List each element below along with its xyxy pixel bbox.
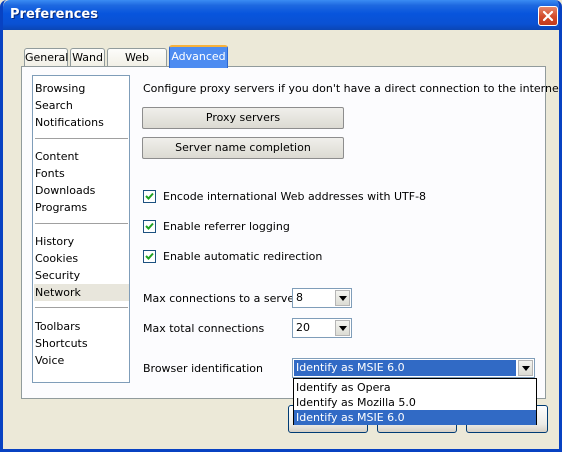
max-total-connections-label: Max total connections: [143, 322, 265, 335]
chevron-down-icon: [522, 366, 530, 371]
max-total-connections-select[interactable]: 20: [292, 318, 352, 338]
tab-general[interactable]: General: [24, 48, 68, 67]
close-button[interactable]: [538, 6, 558, 26]
tab-wand[interactable]: Wand: [70, 48, 105, 67]
preferences-window: Preferences General Wand Web pages Advan…: [0, 0, 562, 452]
nav-item-network[interactable]: Network: [34, 284, 129, 301]
chevron-down-icon: [339, 296, 347, 301]
tab-web-pages[interactable]: Web pages: [107, 48, 167, 81]
proxy-servers-button[interactable]: Proxy servers: [142, 107, 344, 129]
max-total-connections-value: 20: [296, 321, 310, 334]
dropdown-arrow-button[interactable]: [335, 290, 350, 306]
referrer-logging-checkbox[interactable]: [143, 220, 156, 233]
nav-separator: [35, 223, 128, 224]
server-name-completion-button[interactable]: Server name completion: [142, 137, 344, 159]
nav-item-security[interactable]: Security: [34, 267, 129, 284]
utf8-label: Encode international Web addresses with …: [163, 190, 427, 203]
nav-item-cookies[interactable]: Cookies: [34, 250, 129, 267]
window-title: Preferences: [10, 7, 98, 22]
nav-item-voice[interactable]: Voice: [34, 352, 129, 369]
nav-item-content[interactable]: Content: [34, 148, 129, 165]
referrer-logging-label: Enable referrer logging: [163, 220, 290, 233]
option-identify-msie[interactable]: Identify as MSIE 6.0: [294, 410, 536, 425]
proxy-intro-text: Configure proxy servers if you don't hav…: [143, 82, 562, 95]
chevron-down-icon: [339, 326, 347, 331]
nav-separator: [35, 307, 128, 308]
tab-advanced[interactable]: Advanced: [169, 45, 228, 68]
browser-identification-value: Identify as MSIE 6.0: [294, 360, 516, 376]
nav-item-programs[interactable]: Programs: [34, 199, 129, 216]
nav-item-toolbars[interactable]: Toolbars: [34, 318, 129, 335]
nav-item-downloads[interactable]: Downloads: [34, 182, 129, 199]
checkmark-icon: [145, 192, 154, 200]
dropdown-arrow-button[interactable]: [518, 360, 533, 376]
browser-identification-select[interactable]: Identify as MSIE 6.0: [292, 358, 535, 378]
auto-redirect-label: Enable automatic redirection: [163, 250, 323, 263]
close-icon: [542, 10, 554, 22]
checkmark-icon: [145, 252, 154, 260]
nav-item-notifications[interactable]: Notifications: [34, 114, 129, 131]
browser-identification-label: Browser identification: [143, 362, 264, 375]
dropdown-arrow-button[interactable]: [335, 320, 350, 336]
checkmark-icon: [145, 222, 154, 230]
nav-item-history[interactable]: History: [34, 233, 129, 250]
nav-item-browsing[interactable]: Browsing: [34, 80, 129, 97]
option-identify-mozilla[interactable]: Identify as Mozilla 5.0: [294, 395, 536, 410]
max-server-connections-select[interactable]: 8: [292, 288, 352, 308]
nav-item-search[interactable]: Search: [34, 97, 129, 114]
max-server-connections-label: Max connections to a server: [143, 292, 299, 305]
category-list[interactable]: Browsing Search Notifications Content Fo…: [32, 75, 130, 383]
browser-identification-dropdown-list[interactable]: Identify as Opera Identify as Mozilla 5.…: [293, 378, 537, 425]
max-server-connections-value: 8: [296, 291, 303, 304]
title-bar[interactable]: Preferences: [3, 0, 559, 30]
nav-separator: [35, 138, 128, 139]
utf8-checkbox[interactable]: [143, 190, 156, 203]
auto-redirect-checkbox[interactable]: [143, 250, 156, 263]
nav-item-shortcuts[interactable]: Shortcuts: [34, 335, 129, 352]
option-identify-opera[interactable]: Identify as Opera: [294, 380, 536, 395]
nav-item-fonts[interactable]: Fonts: [34, 165, 129, 182]
